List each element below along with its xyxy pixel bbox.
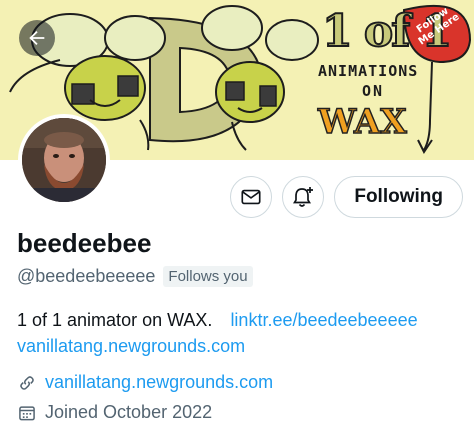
display-name: beedeebee [17,228,152,258]
website-row: vanillatang.newgrounds.com [17,372,273,393]
banner-title-on: ON [362,82,385,100]
back-arrow-icon [29,30,45,46]
handle-row: @beedeebeeeee Follows you [17,266,253,287]
website-link[interactable]: vanillatang.newgrounds.com [45,372,273,393]
calendar-icon [19,405,35,420]
message-icon [241,189,261,205]
user-handle: @beedeebeeeee [17,266,156,286]
link-icon [20,375,34,390]
bio-link-newgrounds[interactable]: vanillatang.newgrounds.com [17,336,245,356]
joined-row: Joined October 2022 [17,402,212,423]
profile-actions: Following [230,176,463,218]
following-button[interactable]: Following [334,176,463,218]
notification-bell-icon [293,187,314,207]
follows-you-badge: Follows you [163,266,253,287]
back-button[interactable] [19,20,55,56]
bio-link-linktree[interactable]: linktr.ee/beedeebeeeee [230,310,417,330]
notifications-button[interactable] [282,176,325,218]
avatar[interactable] [18,114,110,206]
bio-text: 1 of 1 animator on WAX. [17,310,213,330]
banner-title-animations: ANIMATIONS [318,62,419,80]
banner-title-wax: WAX [317,101,407,143]
message-button[interactable] [230,176,273,218]
joined-date: Joined October 2022 [45,402,213,422]
profile-bio: 1 of 1 animator on WAX. linktr.ee/beedeeb… [17,307,467,359]
avatar-image [22,118,106,202]
